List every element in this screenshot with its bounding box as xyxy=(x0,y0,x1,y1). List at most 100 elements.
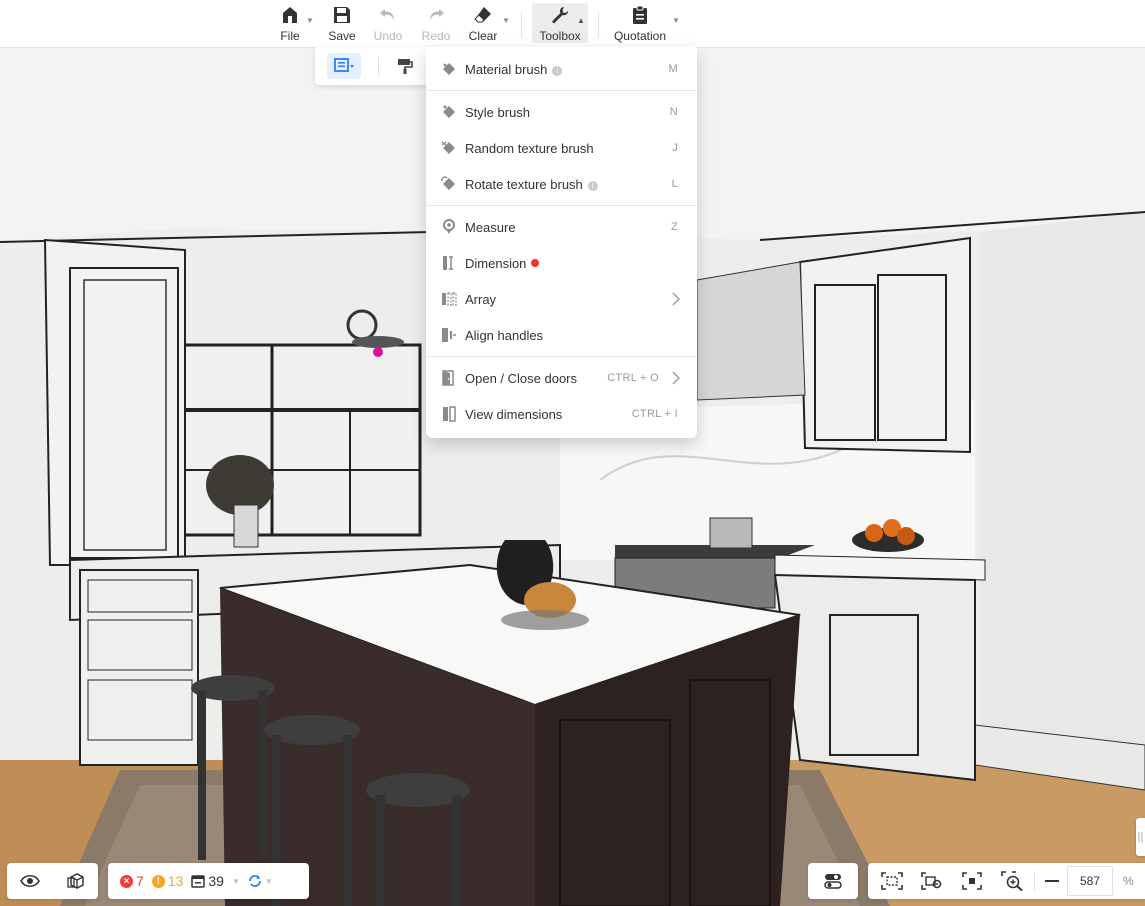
focus-target-icon xyxy=(962,872,982,890)
side-panel-handle[interactable] xyxy=(1136,818,1145,856)
eraser-icon xyxy=(474,7,491,23)
camera-gear-icon xyxy=(921,872,942,890)
zoom-level-input[interactable]: 587 xyxy=(1067,866,1113,896)
brush-icon xyxy=(443,63,455,75)
info-icon: i xyxy=(587,180,598,191)
component-list-icon xyxy=(191,874,206,888)
menu-item-measure[interactable]: Measure Z xyxy=(426,209,697,245)
menu-item-open-close-doors[interactable]: Open / Close doors CTRL + O xyxy=(426,360,697,396)
select-mode-toolbar xyxy=(315,47,435,85)
visibility-toggle[interactable] xyxy=(7,863,53,899)
menu-item-align-handles[interactable]: Align handles xyxy=(426,317,697,353)
warning-count[interactable]: 13 xyxy=(168,873,184,889)
zoom-unit: % xyxy=(1123,874,1134,888)
paint-roller-button[interactable] xyxy=(388,53,422,79)
error-icon: × xyxy=(120,874,133,888)
file-caret-icon[interactable]: ▼ xyxy=(306,16,314,25)
redo-button[interactable]: Redo xyxy=(410,3,462,43)
clear-label: Clear xyxy=(468,29,498,43)
location-pin-icon xyxy=(443,219,455,234)
clear-caret-icon[interactable]: ▼ xyxy=(502,16,510,25)
quotation-button[interactable]: Quotation xyxy=(609,3,671,43)
subbar-divider xyxy=(378,57,379,75)
toggle-switches-icon xyxy=(824,874,842,889)
redo-label: Redo xyxy=(421,29,451,43)
top-toolbar: File ▼ Save Undo Redo Clear ▼ Toolbox ▲ … xyxy=(0,0,1145,48)
redo-icon xyxy=(429,9,444,21)
chevron-down-icon[interactable]: ▼ xyxy=(232,877,240,886)
undo-label: Undo xyxy=(373,29,403,43)
error-count[interactable]: 7 xyxy=(136,873,144,889)
menu-item-label: Open / Close doors xyxy=(465,370,578,386)
refresh-sync-icon[interactable] xyxy=(248,874,262,888)
zoom-in-icon xyxy=(1001,871,1023,891)
menu-divider xyxy=(426,205,697,206)
zoom-out-button[interactable] xyxy=(1037,863,1067,899)
menu-item-dimension[interactable]: Dimension xyxy=(426,245,697,281)
issues-bar: × 7 ! 13 39 ▼ ▼ xyxy=(108,863,309,899)
camera-settings-button[interactable] xyxy=(912,863,952,899)
menu-item-label: Style brush xyxy=(465,104,531,120)
menu-item-label: Measure xyxy=(465,219,516,235)
display-settings-button[interactable] xyxy=(808,863,858,899)
clipboard-icon xyxy=(633,5,647,24)
shortcut-label: N xyxy=(669,106,678,118)
home-icon xyxy=(283,7,297,23)
menu-item-rotate-texture-brush[interactable]: Rotate texture brush i L xyxy=(426,166,697,202)
warning-icon: ! xyxy=(151,874,165,888)
view-mode-bar xyxy=(7,863,98,899)
grip-icon xyxy=(1138,832,1143,842)
rotate-brush-icon xyxy=(441,176,455,190)
toolbar-divider xyxy=(521,12,522,38)
toolbox-dropdown-menu: Material brush i M Style brush N Random t… xyxy=(426,47,697,438)
file-label: File xyxy=(280,29,300,43)
toolbar-divider xyxy=(598,12,599,38)
frame-select-button[interactable] xyxy=(872,863,912,899)
shortcut-label: CTRL + O xyxy=(607,372,659,384)
menu-item-view-dimensions[interactable]: View dimensions CTRL + I xyxy=(426,396,697,432)
toolbox-label: Toolbox xyxy=(539,29,581,43)
menu-item-label: Rotate texture brush xyxy=(465,176,583,192)
quotation-label: Quotation xyxy=(613,29,667,43)
random-brush-icon xyxy=(441,141,455,154)
wrench-icon xyxy=(552,6,569,24)
menu-item-array[interactable]: Array xyxy=(426,281,697,317)
menu-item-random-texture-brush[interactable]: Random texture brush J xyxy=(426,130,697,166)
door-icon xyxy=(442,370,454,386)
shortcut-label: L xyxy=(671,178,678,190)
select-mode-button[interactable] xyxy=(327,53,361,79)
menu-item-material-brush[interactable]: Material brush i M xyxy=(426,51,697,87)
item-count[interactable]: 39 xyxy=(208,873,224,889)
menu-item-label: Random texture brush xyxy=(465,140,594,156)
quotation-caret-icon[interactable]: ▼ xyxy=(672,16,680,25)
save-label: Save xyxy=(328,29,356,43)
menu-item-style-brush[interactable]: Style brush N xyxy=(426,94,697,130)
settings-toggle-bar xyxy=(808,863,858,899)
menu-item-label: Material brush xyxy=(465,61,548,77)
shortcut-label: CTRL + I xyxy=(631,408,678,420)
menu-divider xyxy=(426,356,697,357)
style-brush-icon xyxy=(443,105,455,118)
floppy-icon xyxy=(334,7,350,23)
dimension-ruler-icon xyxy=(443,256,453,270)
focus-button[interactable] xyxy=(952,863,992,899)
menu-item-label: Align handles xyxy=(465,327,544,343)
paint-roller-icon xyxy=(398,59,413,74)
selection-list-icon xyxy=(334,58,354,72)
array-icon xyxy=(442,292,457,306)
shortcut-label: Z xyxy=(670,221,678,233)
undo-icon xyxy=(380,9,395,21)
chevron-down-icon[interactable]: ▼ xyxy=(265,877,273,886)
save-button[interactable]: Save xyxy=(316,3,368,43)
toolbox-caret-up-icon[interactable]: ▲ xyxy=(577,16,585,25)
undo-button[interactable]: Undo xyxy=(362,3,414,43)
shortcut-label: J xyxy=(672,142,678,154)
menu-item-label: Dimension xyxy=(465,255,527,271)
menu-divider xyxy=(426,90,697,91)
menu-item-label: Array xyxy=(465,291,497,307)
3d-view-toggle[interactable] xyxy=(53,863,98,899)
new-badge-dot xyxy=(531,258,540,267)
align-handles-icon xyxy=(442,328,456,342)
info-icon: i xyxy=(552,65,563,76)
zoom-to-fit-button[interactable] xyxy=(992,863,1032,899)
